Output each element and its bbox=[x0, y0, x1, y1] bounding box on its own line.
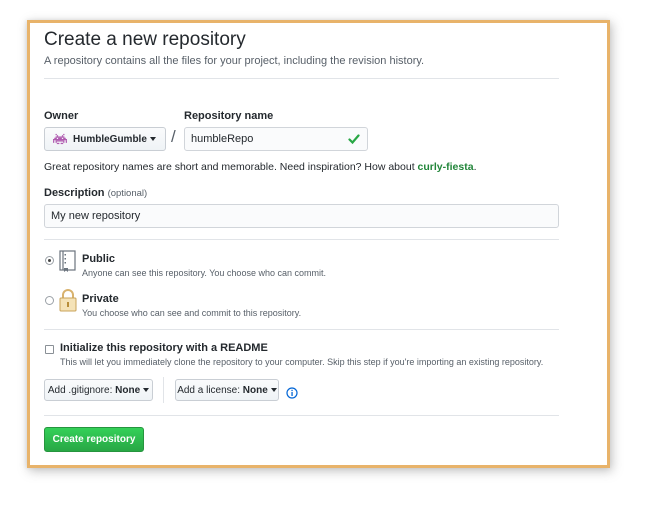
readme-desc: This will let you immediately clone the … bbox=[60, 357, 544, 367]
page-subtitle: A repository contains all the files for … bbox=[44, 55, 425, 67]
chevron-down-icon bbox=[143, 388, 150, 392]
name-suggestion-link[interactable]: curly-fiesta bbox=[418, 161, 474, 173]
dialog-frame: Create a new repository A repository con… bbox=[27, 20, 610, 468]
owner-value: HumbleGumble bbox=[73, 133, 147, 145]
gitignore-value: None bbox=[115, 384, 141, 396]
divider bbox=[44, 78, 559, 79]
description-label: Description (optional) bbox=[44, 187, 147, 199]
private-desc: You choose who can see and commit to thi… bbox=[82, 308, 302, 318]
name-hint: Great repository names are short and mem… bbox=[44, 161, 476, 173]
name-hint-end: . bbox=[473, 161, 477, 173]
repo-book-icon bbox=[58, 250, 78, 277]
info-icon[interactable] bbox=[286, 386, 298, 404]
description-input[interactable]: My new repository bbox=[44, 204, 559, 228]
repo-name-value: humbleRepo bbox=[191, 133, 254, 145]
name-hint-text: Great repository names are short and mem… bbox=[44, 161, 418, 173]
divider bbox=[163, 377, 164, 403]
readme-checkbox[interactable] bbox=[45, 345, 54, 354]
gitignore-select[interactable]: Add .gitignore: None bbox=[44, 379, 153, 401]
license-select[interactable]: Add a license: None bbox=[175, 379, 279, 401]
public-label: Public bbox=[82, 253, 116, 265]
create-repository-button[interactable]: Create repository bbox=[44, 427, 144, 452]
divider bbox=[44, 239, 559, 240]
description-value: My new repository bbox=[51, 210, 141, 222]
checkmark-icon bbox=[348, 133, 360, 148]
public-radio[interactable] bbox=[45, 256, 54, 265]
repo-name-label: Repository name bbox=[184, 110, 274, 122]
public-desc: Anyone can see this repository. You choo… bbox=[82, 268, 326, 278]
description-label-text: Description bbox=[44, 187, 105, 199]
repo-name-input[interactable]: humbleRepo bbox=[184, 127, 368, 151]
private-radio[interactable] bbox=[45, 296, 54, 305]
gitignore-prefix: Add .gitignore: bbox=[47, 384, 113, 396]
readme-label: Initialize this repository with a README bbox=[60, 342, 268, 354]
divider bbox=[44, 415, 559, 416]
divider bbox=[44, 329, 559, 330]
owner-repo-separator: / bbox=[171, 127, 176, 146]
license-value: None bbox=[242, 384, 268, 396]
chevron-down-icon bbox=[270, 388, 277, 392]
owner-select[interactable]: HumbleGumble bbox=[44, 127, 166, 151]
space-invader-icon bbox=[53, 133, 67, 145]
lock-icon bbox=[58, 288, 78, 317]
owner-label: Owner bbox=[44, 110, 79, 122]
description-optional: (optional) bbox=[107, 188, 148, 199]
page-title: Create a new repository bbox=[44, 29, 246, 50]
chevron-down-icon bbox=[149, 137, 156, 141]
license-prefix: Add a license: bbox=[177, 384, 241, 396]
private-label: Private bbox=[82, 293, 119, 305]
